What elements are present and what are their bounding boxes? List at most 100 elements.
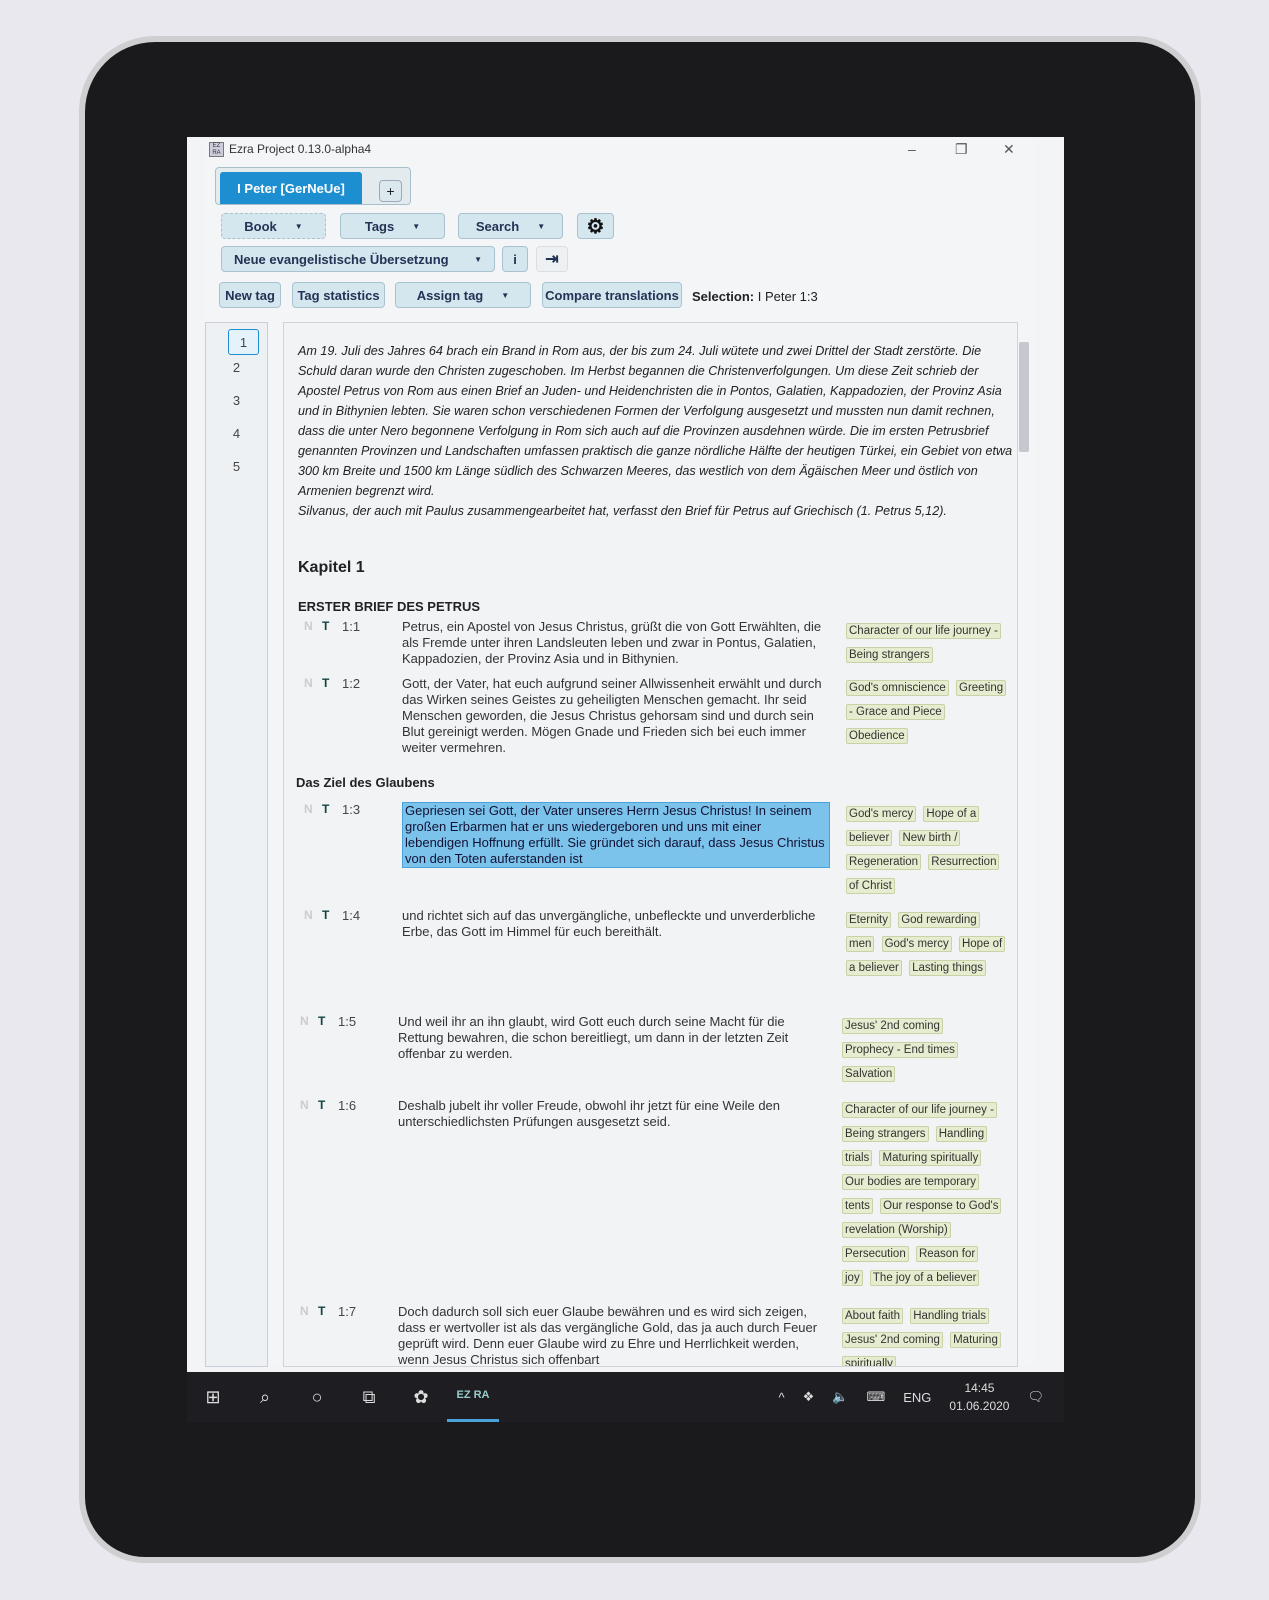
note-marker[interactable]: N (300, 1014, 309, 1028)
tag-label[interactable]: Handling trials (910, 1308, 990, 1324)
verse-text[interactable]: Petrus, ein Apostel von Jesus Christus, … (402, 619, 830, 667)
search-menu-button[interactable]: Search ▼ (458, 213, 563, 239)
tag-label[interactable]: Eternity (846, 912, 891, 928)
app-icon: EZ RA (209, 141, 224, 157)
tag-statistics-button[interactable]: Tag statistics (292, 282, 385, 308)
windows-start-icon[interactable]: ⊞ (187, 1387, 239, 1408)
translation-label: Neue evangelistische Übersetzung (234, 251, 449, 267)
restore-button[interactable]: ❐ (955, 141, 968, 158)
minimize-button[interactable]: – (908, 141, 916, 157)
chapter-5[interactable]: 5 (206, 454, 267, 487)
verse-text[interactable]: Gott, der Vater, hat euch aufgrund seine… (402, 676, 830, 756)
time: 14:45 (964, 1381, 995, 1395)
note-marker[interactable]: N (304, 908, 313, 922)
note-marker[interactable]: N (304, 619, 313, 633)
search-icon[interactable]: ⌕ (239, 1387, 291, 1408)
book-menu-button[interactable]: Book ▼ (221, 213, 326, 239)
search-label: Search (475, 218, 520, 234)
book-label: Book (244, 218, 277, 234)
section-heading: ERSTER BRIEF DES PETRUS (298, 599, 481, 614)
verse-text[interactable]: Gepriesen sei Gott, der Vater unseres He… (402, 802, 830, 868)
tag-label[interactable]: Jesus' 2nd coming (842, 1332, 943, 1348)
chevron-down-icon: ▼ (294, 221, 303, 231)
tab-bar: I Peter [GerNeUe] + (215, 167, 411, 205)
chapter-3[interactable]: 3 (206, 388, 267, 421)
translation-select[interactable]: Neue evangelistische Übersetzung ▼ (221, 246, 495, 272)
tag-label[interactable]: Obedience (846, 728, 908, 744)
chapter-4[interactable]: 4 (206, 421, 267, 454)
verse-tags: God's mercy Hope of a believer New birth… (846, 802, 1004, 898)
exit-icon: ⇥ (545, 251, 559, 268)
tag-label[interactable]: Jesus' 2nd coming (842, 1018, 943, 1034)
verse-number: 1:1 (342, 619, 361, 634)
selection-status: Selection: I Peter 1:3 (692, 289, 818, 304)
verse-number: 1:2 (342, 676, 361, 691)
assign-tag-button[interactable]: Assign tag ▼ (395, 282, 531, 308)
notifications-icon[interactable]: 🗨 (1027, 1389, 1044, 1405)
cortana-icon[interactable]: ○ (291, 1387, 343, 1408)
tag-label[interactable]: Salvation (842, 1066, 896, 1082)
settings-app-icon[interactable]: ✿ (395, 1387, 447, 1408)
language-indicator[interactable]: ENG (903, 1390, 931, 1405)
verse-text[interactable]: Doch dadurch soll sich euer Glaube bewäh… (398, 1304, 826, 1366)
tag-marker[interactable]: T (322, 619, 329, 633)
tags-label: Tags (364, 218, 395, 234)
verse-text[interactable]: Deshalb jubelt ihr voller Freude, obwohl… (398, 1098, 826, 1130)
tag-label[interactable]: Prophecy - End times (842, 1042, 958, 1058)
tag-label[interactable]: The joy of a believer (869, 1270, 980, 1286)
tag-label[interactable]: God's mercy (846, 806, 917, 822)
tag-marker[interactable]: T (322, 676, 329, 690)
verse-tags: Character of our life journey - Being st… (846, 619, 1004, 667)
compare-translations-button[interactable]: Compare translations (542, 282, 682, 308)
chevron-down-icon: ▼ (412, 221, 421, 231)
app-window: EZ RA Ezra Project 0.13.0-alpha4 – ❐ ✕ I… (205, 137, 1035, 1367)
chapter-1[interactable]: 1 (228, 329, 259, 355)
system-tray: ^ ❖ 🔈 ⌨ ENG 14:45 01.06.2020 🗨 (779, 1372, 1044, 1422)
chapter-navigation: 12345 (205, 322, 268, 1367)
info-button[interactable]: i (502, 246, 528, 272)
note-marker[interactable]: N (304, 802, 313, 816)
tag-label[interactable]: About faith (842, 1308, 903, 1324)
new-tag-button[interactable]: New tag (219, 282, 281, 308)
bible-text-panel: Am 19. Juli des Jahres 64 brach ein Bran… (283, 322, 1018, 1367)
scrollbar-thumb[interactable] (1019, 342, 1029, 452)
chapter-2[interactable]: 2 (206, 355, 267, 388)
tag-label[interactable]: God's mercy (881, 936, 952, 952)
keyboard-icon[interactable]: ⌨ (866, 1389, 885, 1405)
note-marker[interactable]: N (300, 1098, 309, 1112)
tag-marker[interactable]: T (322, 908, 329, 922)
settings-button[interactable]: ⚙ (577, 213, 614, 239)
tag-marker[interactable]: T (322, 802, 329, 816)
ezra-app-icon[interactable]: EZ RA (447, 1372, 499, 1422)
verse-text[interactable]: Und weil ihr an ihn glaubt, wird Gott eu… (398, 1014, 826, 1062)
chevron-down-icon: ▼ (474, 254, 482, 264)
volume-icon[interactable]: 🔈 (832, 1389, 848, 1405)
tags-menu-button[interactable]: Tags ▼ (340, 213, 445, 239)
tag-label[interactable]: Persecution (842, 1246, 909, 1262)
date: 01.06.2020 (949, 1399, 1010, 1413)
chevron-up-icon[interactable]: ^ (779, 1390, 785, 1405)
verse-number: 1:3 (342, 802, 361, 817)
exit-button[interactable]: ⇥ (536, 246, 568, 272)
verse-tags: About faith Handling trials Jesus' 2nd c… (842, 1304, 1001, 1366)
tag-label[interactable]: Character of our life journey - Being st… (846, 623, 1001, 663)
scrollbar[interactable] (1015, 327, 1031, 1357)
tag-label[interactable]: Maturing spiritually (879, 1150, 982, 1166)
verse-text[interactable]: und richtet sich auf das unvergängliche,… (402, 908, 830, 940)
close-button[interactable]: ✕ (1003, 141, 1015, 158)
tag-label[interactable]: God's omniscience (846, 680, 949, 696)
dropbox-icon[interactable]: ❖ (803, 1389, 815, 1405)
tag-marker[interactable]: T (318, 1098, 325, 1112)
selection-label: Selection: (692, 289, 755, 304)
clock[interactable]: 14:45 01.06.2020 (949, 1379, 1009, 1415)
tag-label[interactable]: Lasting things (909, 960, 987, 976)
verse-number: 1:6 (338, 1098, 357, 1113)
verse-tags: Eternity God rewarding men God's mercy H… (846, 908, 1006, 980)
tag-marker[interactable]: T (318, 1304, 325, 1318)
add-tab-button[interactable]: + (379, 180, 402, 202)
task-view-icon[interactable]: ⧉ (343, 1387, 395, 1408)
note-marker[interactable]: N (300, 1304, 309, 1318)
tab-i-peter[interactable]: I Peter [GerNeUe] (220, 172, 362, 204)
note-marker[interactable]: N (304, 676, 313, 690)
tag-marker[interactable]: T (318, 1014, 325, 1028)
